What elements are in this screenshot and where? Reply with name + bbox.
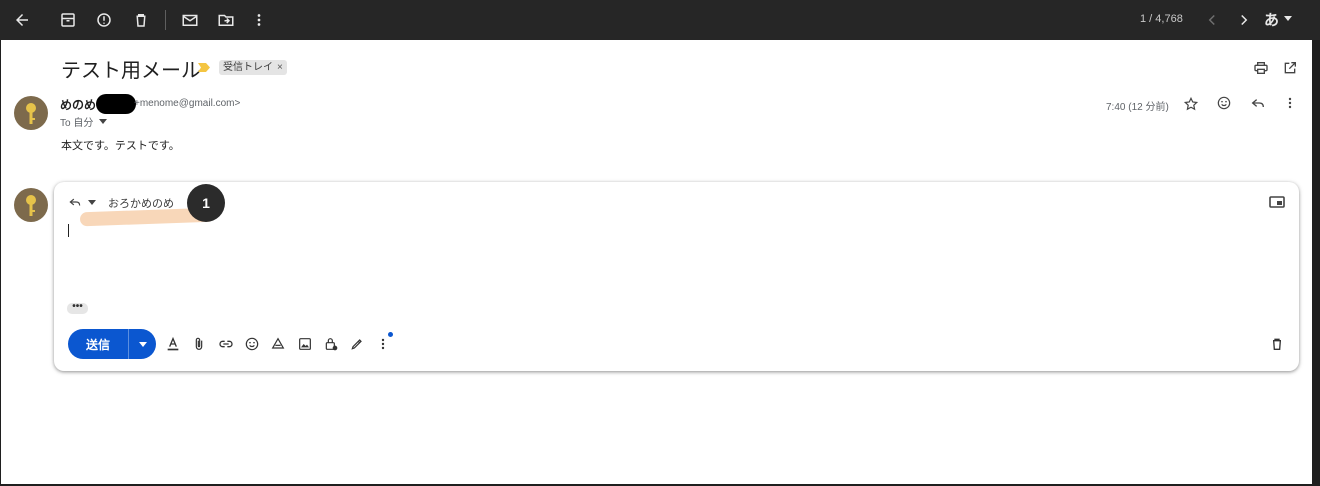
open-new-window-icon[interactable] [1280,58,1300,78]
delete-icon[interactable] [129,8,153,32]
back-arrow-icon[interactable] [10,8,34,32]
to-line-text: To 自分 [60,118,94,129]
more-vert-icon[interactable] [247,8,271,32]
message-view: テスト用メール 受信トレイ × めのめ +menome@gmail.com> T… [1,40,1312,484]
formatting-options-icon[interactable] [163,334,183,354]
insert-emoji-icon[interactable] [242,334,262,354]
redaction-mark [96,94,136,114]
discard-draft-icon[interactable] [1267,334,1287,354]
reply-icon[interactable] [1248,93,1268,113]
show-details-caret-icon[interactable] [99,119,108,124]
input-method-caret-icon[interactable] [1284,16,1292,21]
text-cursor[interactable] [68,224,69,237]
newer-chevron-icon[interactable] [1200,8,1224,32]
step-badge: 1 [187,184,225,222]
message-more-icon[interactable] [1280,93,1300,113]
recipient-field[interactable]: おろかめのめ [108,195,174,211]
reply-arrow-icon [69,198,81,206]
top-toolbar: 1 / 4,768 あ [0,0,1320,40]
notification-dot [388,332,393,337]
send-button[interactable]: 送信 [68,329,128,359]
input-method-indicator[interactable]: あ [1264,9,1279,30]
sender-email: +menome@gmail.com> [134,98,241,109]
older-chevron-icon[interactable] [1232,8,1256,32]
importance-marker-icon[interactable] [198,63,210,72]
toolbar-divider [165,10,166,30]
confidential-mode-icon[interactable] [321,334,341,354]
attach-file-icon[interactable] [189,334,209,354]
insert-link-icon[interactable] [216,334,236,354]
reply-type-dropdown[interactable] [68,195,96,209]
email-body: 本文です。テストです。 [61,140,180,152]
label-chip-text: 受信トレイ [223,62,273,73]
send-options-button[interactable] [129,329,156,359]
move-to-icon[interactable] [214,8,238,32]
sender-avatar[interactable] [14,96,48,130]
star-icon[interactable] [1181,94,1201,114]
report-spam-icon[interactable] [92,8,116,32]
add-reaction-icon[interactable] [1214,93,1234,113]
more-options-icon[interactable] [373,334,393,354]
show-trimmed-content-button[interactable]: ••• [67,302,88,314]
mark-unread-icon[interactable] [178,8,202,32]
label-chip-inbox: 受信トレイ × [219,60,287,75]
remove-label-button[interactable]: × [277,60,283,75]
email-subject: テスト用メール [61,60,201,82]
reply-type-caret-icon [88,199,96,205]
send-button-group: 送信 [68,329,156,359]
email-timestamp: 7:40 (12 分前) [1106,102,1169,113]
insert-drive-file-icon[interactable] [268,334,288,354]
insert-photo-icon[interactable] [295,334,315,354]
send-options-caret-icon [138,341,147,347]
sender-name: めのめ [60,98,97,112]
popout-reply-icon[interactable] [1268,194,1286,210]
archive-icon[interactable] [56,8,80,32]
print-icon[interactable] [1251,58,1271,78]
insert-signature-icon[interactable] [347,334,367,354]
pager-count: 1 / 4,768 [1140,13,1183,25]
reply-compose-box: おろかめのめ 1 ••• 送信 [54,182,1299,371]
my-avatar [14,188,48,222]
recipient-details-toggle[interactable]: To 自分 [60,114,108,129]
